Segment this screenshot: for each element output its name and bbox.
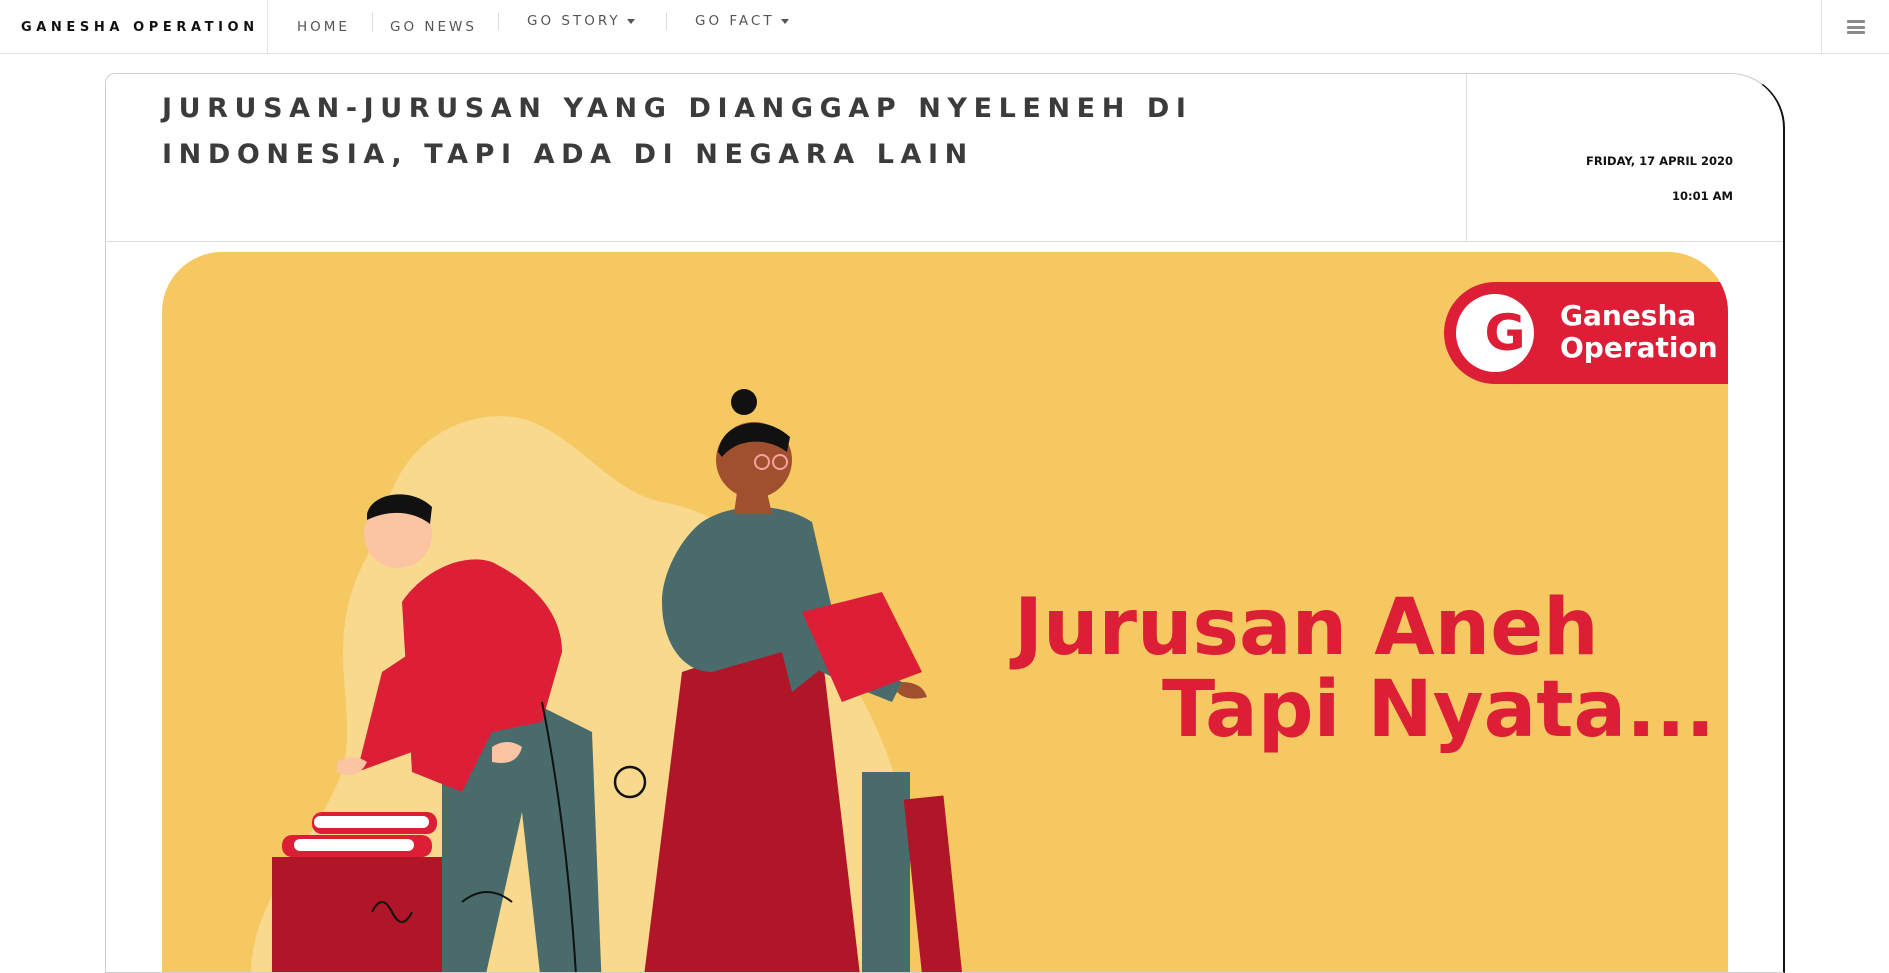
logo-letter: G: [1484, 304, 1526, 362]
book-pages: [294, 839, 414, 851]
nav-go-fact[interactable]: GO FACT: [695, 0, 789, 42]
hamburger-menu-button[interactable]: [1821, 0, 1889, 54]
site-brand[interactable]: GANESHA OPERATION: [0, 0, 268, 54]
woman-hair-bun: [731, 389, 757, 415]
header-divider: [1466, 74, 1467, 242]
book-upright: [903, 795, 965, 972]
logo-line2: Operation: [1560, 331, 1718, 364]
nav-go-story[interactable]: GO STORY: [527, 0, 635, 42]
caret-down-icon: [780, 18, 789, 24]
hero-headline-line2: Tapi Nyata...: [1162, 665, 1716, 755]
nav-go-news[interactable]: GO NEWS: [390, 0, 477, 54]
woman-hand: [897, 682, 927, 699]
hero-image: G Ganesha Operation Jurusan Aneh Tapi Ny…: [162, 252, 1728, 972]
book-pages: [314, 816, 429, 828]
article-card: JURUSAN-JURUSAN YANG DIANGGAP NYELENEH D…: [105, 73, 1785, 973]
hero-headline-line1: Jurusan Aneh: [1014, 583, 1599, 673]
nav-go-fact-label: GO FACT: [695, 13, 775, 29]
nav-divider: [498, 12, 499, 30]
article-date: FRIDAY, 17 APRIL 2020: [1586, 154, 1733, 168]
article-time: 10:01 AM: [1672, 189, 1733, 203]
nav-go-story-label: GO STORY: [527, 13, 621, 29]
ganesha-operation-logo: G Ganesha Operation: [1444, 282, 1728, 384]
article-header: JURUSAN-JURUSAN YANG DIANGGAP NYELENEH D…: [106, 74, 1783, 242]
hamburger-menu-icon: [1846, 20, 1865, 34]
article-title: JURUSAN-JURUSAN YANG DIANGGAP NYELENEH D…: [162, 93, 1193, 170]
top-navbar: GANESHA OPERATION HOME GO NEWS GO STORY …: [0, 0, 1889, 54]
article-meta: FRIDAY, 17 APRIL 2020 10:01 AM: [1586, 154, 1733, 203]
book-box: [272, 857, 442, 972]
logo-text: Ganesha Operation: [1560, 300, 1718, 364]
logo-g-icon: G: [1456, 294, 1534, 372]
hero-headline: Jurusan Aneh Tapi Nyata...: [1014, 587, 1715, 751]
logo-line1: Ganesha: [1560, 299, 1697, 332]
caret-down-icon: [626, 18, 635, 24]
nav-divider: [666, 12, 667, 30]
nav-home[interactable]: HOME: [297, 0, 350, 54]
book-upright: [862, 772, 910, 972]
nav-divider: [372, 12, 373, 32]
